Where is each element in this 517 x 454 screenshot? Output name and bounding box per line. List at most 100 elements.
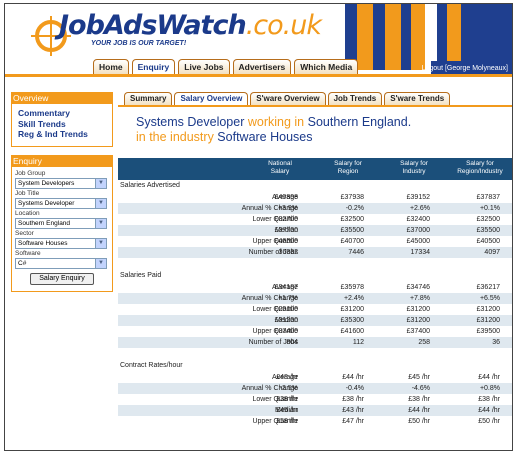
table-cell: 804: [286, 339, 298, 346]
enquiry-form: Job Group System Developers ▼ Job Title S…: [11, 166, 113, 292]
site-logo[interactable]: JobAdsWatch.co.uk YOUR JOB IS OUR TARGET…: [29, 10, 322, 56]
table-cell: £45000: [406, 238, 430, 245]
nav-which-media[interactable]: Which Media: [294, 59, 359, 74]
chevron-down-icon[interactable]: ▼: [95, 178, 106, 188]
table-row: Lower Quartile £32700 £32500 £32400 £32500: [118, 214, 512, 225]
table-cell: £38 /hr: [478, 396, 500, 403]
table-cell: £58 /hr: [276, 418, 298, 425]
job-title-select[interactable]: Systems Developer ▼: [15, 197, 107, 209]
table-cell: £34746: [406, 284, 430, 291]
table-cell: £37400: [406, 328, 430, 335]
logout-link[interactable]: Logout [George Molyneaux]: [422, 65, 508, 72]
sidebar-item-reg-ind-trends[interactable]: Reg & Ind Trends: [18, 129, 110, 140]
sidebar-item-skill-trends[interactable]: Skill Trends: [18, 119, 110, 130]
table-cell: £37938: [340, 194, 364, 201]
enquiry-panel: Enquiry Job Group System Developers ▼ Job…: [11, 154, 113, 292]
page-title: Systems Developer working in Southern En…: [136, 115, 412, 144]
nav-live-jobs[interactable]: Live Jobs: [178, 59, 230, 74]
table-cell: +0.8%: [479, 385, 500, 392]
table-cell: +6.5%: [479, 295, 500, 302]
table-cell: 17334: [410, 249, 430, 256]
job-group-select[interactable]: System Developers ▼: [15, 177, 107, 189]
logo-wordmark: JobAdsWatch.co.uk: [59, 10, 322, 41]
table-cell: £44 /hr: [478, 374, 500, 381]
sector-select[interactable]: Software Houses ▼: [15, 237, 107, 249]
table-cell: £43 /hr: [342, 407, 364, 414]
table-cell: £32700: [274, 216, 298, 223]
col-salary-region: Salary for Region: [334, 160, 362, 175]
sidebar: Overview Commentary Skill Trends Reg & I…: [11, 92, 113, 292]
table-cell: £39500: [476, 328, 500, 335]
nav-home[interactable]: Home: [93, 59, 129, 74]
table-row: Upper Quartile £58 /hr £47 /hr £50 /hr £50 /…: [118, 416, 512, 427]
sidebar-item-commentary[interactable]: Commentary: [18, 108, 110, 119]
col-national-salary: National Salary: [268, 160, 292, 175]
table-cell: £40700: [340, 238, 364, 245]
table-cell: £48 /hr: [276, 374, 298, 381]
table-cell: 36: [492, 339, 500, 346]
section-tabs: Summary Salary Overview S'ware Overview …: [118, 92, 512, 105]
tab-sware-overview[interactable]: S'ware Overview: [250, 92, 326, 105]
table-cell: £31200: [274, 317, 298, 324]
table-cell: 7446: [348, 249, 364, 256]
table-row: Average £48 /hr £44 /hr £45 /hr £44 /hr: [118, 372, 512, 383]
software-select[interactable]: C# ▼: [15, 257, 107, 269]
section-title: Salaries Advertised: [120, 182, 180, 189]
section-title: Contract Rates/hour: [120, 362, 183, 369]
table-cell: £31200: [406, 317, 430, 324]
col-salary-region-industry: Salary for Region/Industry: [457, 160, 503, 175]
tab-sware-trends[interactable]: S'ware Trends: [384, 92, 451, 105]
table-row: Annual % Change +1.7% +2.4% +7.8% +6.5%: [118, 293, 512, 304]
table-body: Salaries Advertised Average £40898 £37938 £3…: [118, 180, 512, 427]
table-cell: £31200: [340, 306, 364, 313]
nav-divider: [5, 74, 512, 77]
table-cell: -0.2%: [345, 205, 364, 212]
nav-advertisers[interactable]: Advertisers: [232, 59, 292, 74]
table-cell: -2.5%: [279, 385, 298, 392]
table-cell: 112: [352, 339, 364, 346]
table-cell: £44 /hr: [342, 374, 364, 381]
location-select[interactable]: Southern England ▼: [15, 217, 107, 229]
chevron-down-icon[interactable]: ▼: [95, 238, 106, 248]
table-row: Median £31200 £35300 £31200 £31200: [118, 315, 512, 326]
chevron-down-icon[interactable]: ▼: [95, 218, 106, 228]
table-cell: £40500: [476, 238, 500, 245]
table-cell: £37000: [406, 227, 430, 234]
table-cell: £31200: [406, 306, 430, 313]
tab-salary-overview[interactable]: Salary Overview: [174, 92, 249, 105]
table-cell: 4097: [484, 249, 500, 256]
table-cell: 258: [418, 339, 430, 346]
table-cell: £35500: [476, 227, 500, 234]
nav-enquiry[interactable]: Enquiry: [131, 59, 176, 74]
table-row: Average £34187 £35978 £34746 £36217: [118, 282, 512, 293]
logo-tagline: YOUR JOB IS OUR TARGET!: [91, 40, 187, 47]
chevron-down-icon[interactable]: ▼: [95, 258, 106, 268]
software-label: Software: [15, 249, 41, 257]
table-cell: £35978: [340, 284, 364, 291]
table-row: Lower Quartile £38 /hr £38 /hr £38 /hr £38 /…: [118, 394, 512, 405]
enquiry-heading: Enquiry: [11, 154, 113, 167]
table-row: Upper Quartile £46500 £40700 £45000 £40500: [118, 236, 512, 247]
tab-job-trends[interactable]: Job Trends: [327, 92, 383, 105]
table-row: Lower Quartile £29100 £31200 £31200 £31200: [118, 304, 512, 315]
table-row: Number of Jobs 36332 7446 17334 4097: [118, 247, 512, 258]
table-cell: £37700: [274, 227, 298, 234]
salary-enquiry-button[interactable]: Salary Enquiry: [30, 272, 94, 285]
browser-frame: JobAdsWatch.co.uk YOUR JOB IS OUR TARGET…: [4, 3, 513, 451]
chevron-down-icon[interactable]: ▼: [95, 198, 106, 208]
tab-summary[interactable]: Summary: [124, 92, 173, 105]
location-label: Location: [15, 209, 40, 217]
table-cell: £45 /hr: [408, 374, 430, 381]
table-cell: £38 /hr: [342, 396, 364, 403]
table-cell: £38 /hr: [408, 396, 430, 403]
table-cell: £40898: [274, 194, 298, 201]
main-nav: Home Enquiry Live Jobs Advertisers Which…: [93, 59, 359, 74]
job-title-label: Job Title: [15, 189, 40, 197]
table-cell: £39152: [406, 194, 430, 201]
job-group-label: Job Group: [15, 169, 46, 177]
table-cell: £41600: [340, 328, 364, 335]
table-row: Annual % Change -2.5% -0.4% -4.6% +0.8%: [118, 383, 512, 394]
table-cell: £38 /hr: [276, 396, 298, 403]
